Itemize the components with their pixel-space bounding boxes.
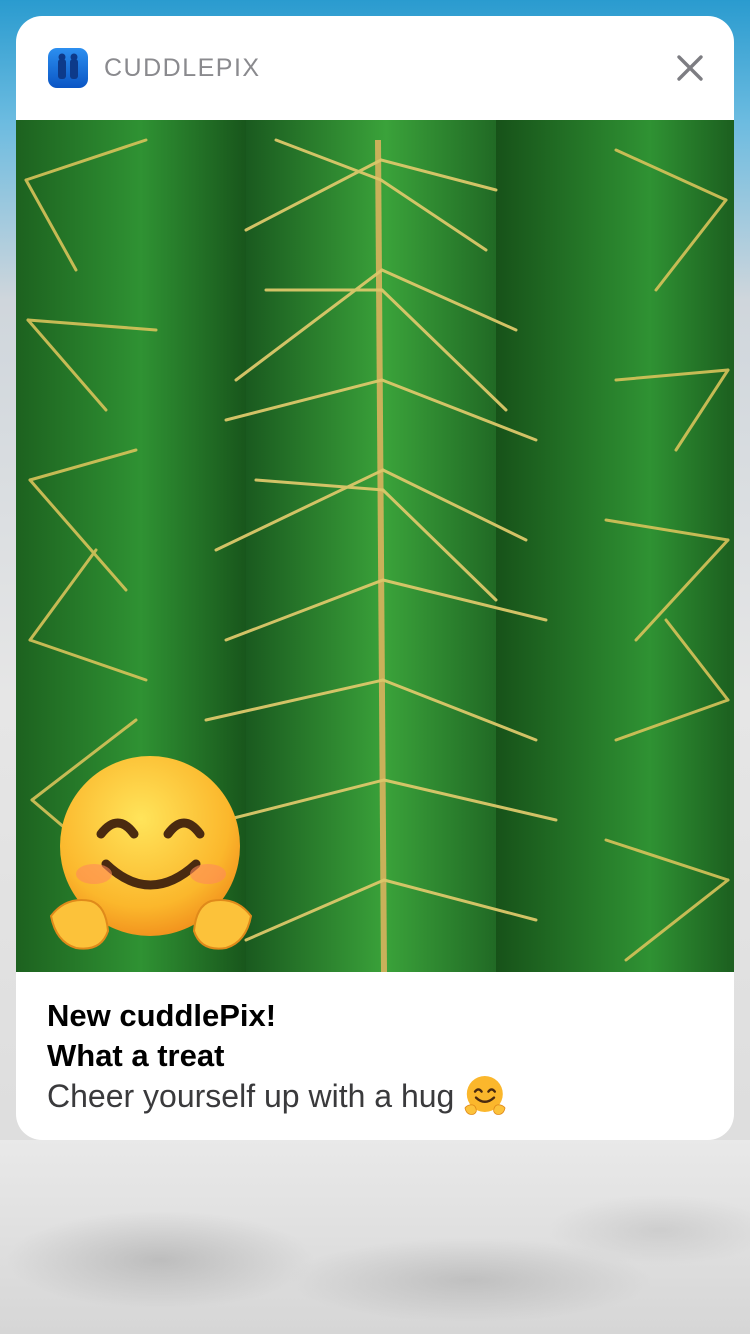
notification-card[interactable]: CUDDLEPIX New cuddlePix! What a treat Ch… bbox=[16, 16, 734, 1140]
blurred-background bbox=[0, 1140, 750, 1334]
notification-message-row: Cheer yourself up with a hug bbox=[47, 1076, 707, 1116]
hugging-face-emoji bbox=[49, 756, 253, 950]
notification-title-line1: New cuddlePix! bbox=[47, 998, 277, 1033]
close-icon[interactable] bbox=[670, 48, 710, 88]
notification-title-line2: What a treat bbox=[47, 1038, 225, 1073]
cuddlepix-app-icon bbox=[48, 48, 88, 88]
notification-image[interactable] bbox=[16, 120, 734, 972]
notification-header: CUDDLEPIX bbox=[16, 16, 734, 120]
notification-message: Cheer yourself up with a hug bbox=[47, 1078, 455, 1114]
hugging-face-emoji-small bbox=[464, 1076, 506, 1115]
app-name: CUDDLEPIX bbox=[104, 54, 261, 82]
notification-body: New cuddlePix! What a treat Cheer yourse… bbox=[47, 996, 707, 1116]
